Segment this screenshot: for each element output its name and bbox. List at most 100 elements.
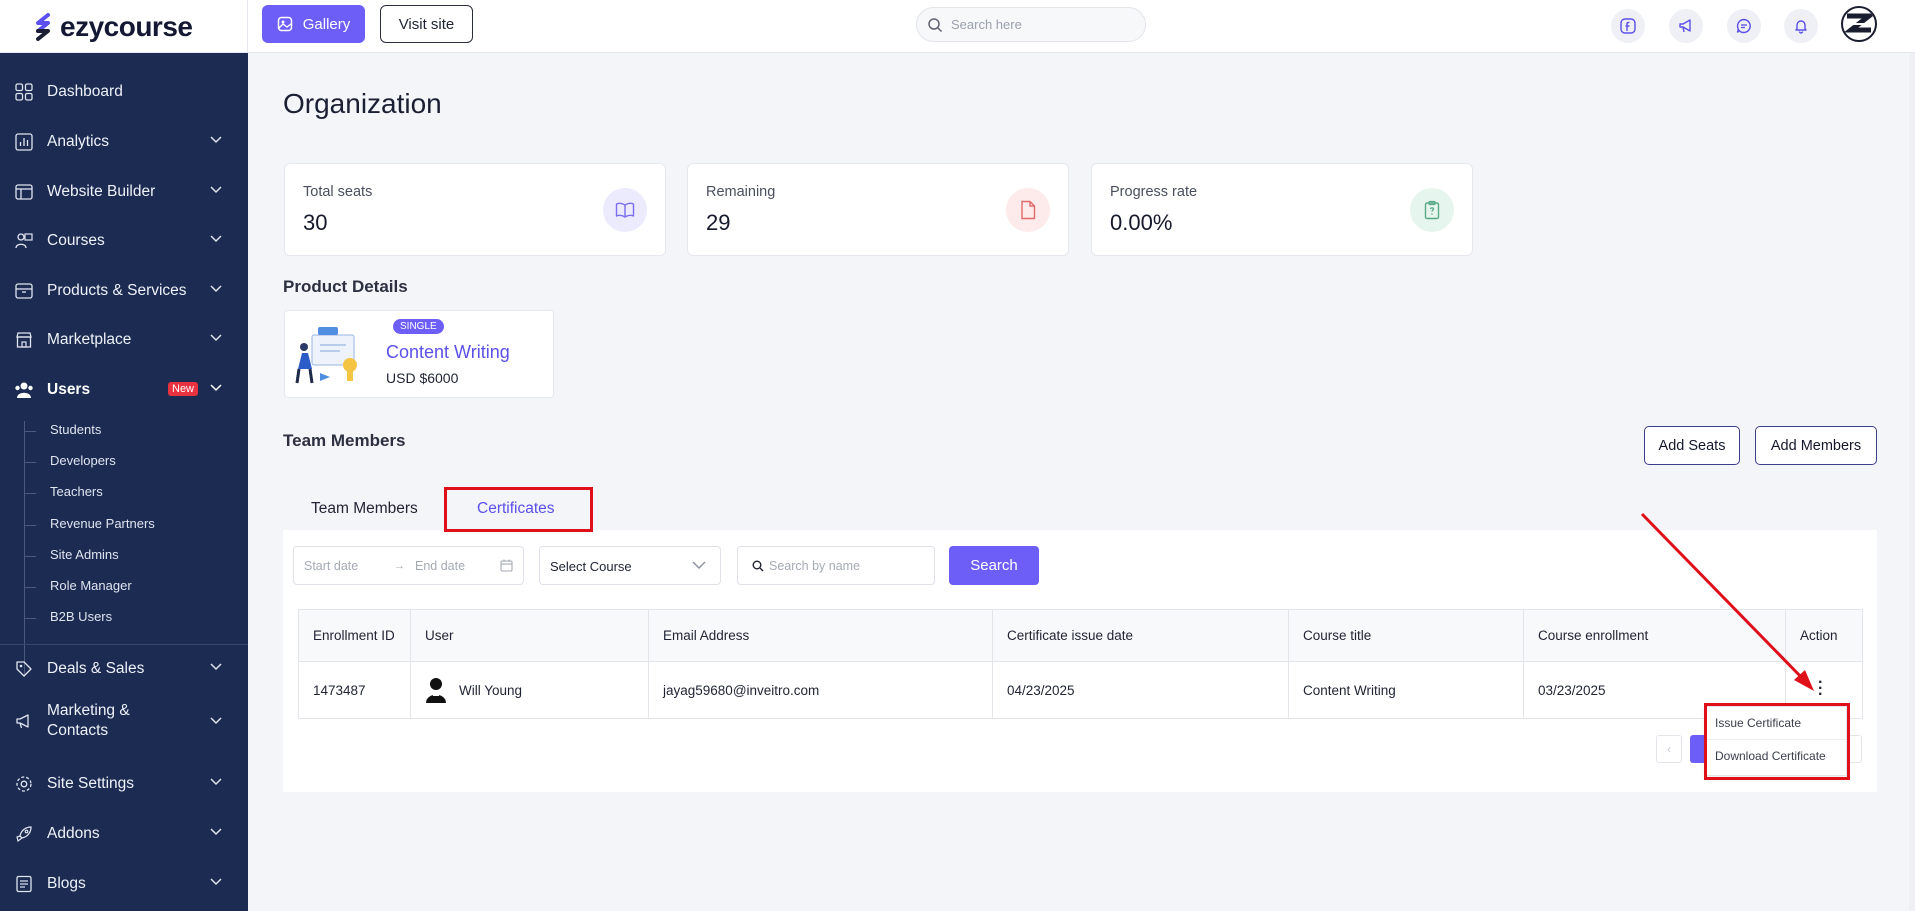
sidebar-item-website-builder[interactable]: Website Builder <box>0 172 248 212</box>
chevron-down-icon <box>210 235 222 243</box>
red-annotation-arrow <box>1640 512 1814 691</box>
chevron-down-icon <box>692 561 706 569</box>
sidebar-label: Analytics <box>47 133 110 150</box>
rocket-icon <box>14 824 34 844</box>
gallery-icon <box>277 16 292 32</box>
date-range-picker[interactable]: Start date → End date <box>293 546 524 585</box>
submenu-tick <box>24 618 36 619</box>
search-icon <box>928 17 943 32</box>
teacher-icon <box>14 231 34 251</box>
add-seats-button[interactable]: Add Seats <box>1644 426 1740 465</box>
megaphone-icon[interactable] <box>1669 9 1703 43</box>
file-icon <box>1006 188 1050 232</box>
chevron-down-icon <box>210 663 222 671</box>
sidebar-item-analytics[interactable]: Analytics <box>0 122 248 162</box>
sidebar-item-products-services[interactable]: Products & Services <box>0 271 248 311</box>
course-select[interactable]: Select Course <box>539 546 721 585</box>
chevron-down-icon <box>210 384 222 392</box>
product-details-heading: Product Details <box>283 277 408 296</box>
chart-icon <box>14 132 34 152</box>
product-name-link[interactable]: Content Writing <box>386 342 510 363</box>
sidebar-label: Products & Services <box>47 282 187 299</box>
grid-icon <box>14 82 34 102</box>
chevron-down-icon <box>210 186 222 194</box>
search-button[interactable]: Search <box>949 546 1039 585</box>
book-icon <box>603 188 647 232</box>
gallery-label: Gallery <box>302 15 351 33</box>
sidebar-item-site-settings[interactable]: Site Settings <box>0 764 248 804</box>
sidebar-item-addons[interactable]: Addons <box>0 814 248 854</box>
submenu-tick <box>24 493 36 494</box>
sidebar-subitem-developers[interactable]: Developers <box>50 453 116 468</box>
sidebar-item-courses[interactable]: Courses <box>0 221 248 261</box>
chevron-down-icon <box>210 717 222 725</box>
sidebar-subitem-site-admins[interactable]: Site Admins <box>50 547 119 562</box>
sidebar-subitem-b2b-users[interactable]: B2B Users <box>50 609 112 624</box>
column-header: Enrollment ID <box>298 609 411 662</box>
start-date-input[interactable]: Start date <box>304 559 358 573</box>
stat-label: Progress rate <box>1110 184 1198 200</box>
stat-card-remaining: Remaining 29 <box>687 163 1069 256</box>
sidebar-subitem-revenue-partners[interactable]: Revenue Partners <box>50 516 155 531</box>
sidebar-label-line2: Contacts <box>47 722 109 739</box>
table-header-row: Enrollment ID User Email Address Certifi… <box>298 609 1863 662</box>
pagination-prev-button[interactable]: ‹ <box>1656 735 1682 763</box>
bell-icon[interactable] <box>1784 9 1818 43</box>
sidebar-subitem-teachers[interactable]: Teachers <box>50 484 103 499</box>
sidebar-subitem-students[interactable]: Students <box>50 422 101 437</box>
sidebar-label: Users <box>47 381 91 398</box>
end-date-input[interactable]: End date <box>415 559 465 573</box>
product-card[interactable]: SINGLE Content Writing USD $6000 <box>284 310 554 398</box>
page-scrollbar[interactable] <box>1909 53 1915 911</box>
sidebar: Dashboard Analytics Website Builder Cour… <box>0 53 248 911</box>
column-header: Email Address <box>648 609 993 662</box>
stat-card-progress-rate: Progress rate 0.00% <box>1091 163 1473 256</box>
page-title: Organization <box>283 88 442 119</box>
search-by-name-placeholder: Search by name <box>769 558 861 573</box>
column-header: User <box>410 609 649 662</box>
users-icon <box>14 380 34 400</box>
visit-site-button[interactable]: Visit site <box>380 5 473 43</box>
stat-label: Remaining <box>706 184 776 200</box>
sidebar-item-marketplace[interactable]: Marketplace <box>0 320 248 360</box>
chat-icon[interactable] <box>1727 9 1761 43</box>
tab-team-members[interactable]: Team Members <box>311 500 418 518</box>
sidebar-item-blogs[interactable]: Blogs <box>0 864 248 904</box>
sidebar-item-deals-sales[interactable]: Deals & Sales <box>0 649 248 689</box>
brand-logo[interactable]: ezycourse <box>0 0 248 53</box>
add-members-button[interactable]: Add Members <box>1755 426 1877 465</box>
top-bar: ezycourse Gallery Visit site Search here <box>0 0 1915 53</box>
stat-label: Total seats <box>303 184 373 200</box>
sidebar-item-marketing-contacts[interactable]: Marketing & Contacts <box>0 696 248 746</box>
sidebar-label: Blogs <box>47 875 86 892</box>
gallery-button[interactable]: Gallery <box>262 5 365 43</box>
certificates-table: Enrollment ID User Email Address Certifi… <box>298 609 1863 719</box>
megaphone-icon <box>14 711 34 731</box>
stat-value: 29 <box>706 210 731 235</box>
sidebar-item-dashboard[interactable]: Dashboard <box>0 72 248 112</box>
certificates-tab-highlight <box>444 487 593 532</box>
chevron-down-icon <box>210 878 222 886</box>
user-name: Will Young <box>459 682 523 698</box>
sidebar-subitem-role-manager[interactable]: Role Manager <box>50 578 132 593</box>
user-avatar-icon <box>426 678 446 703</box>
tag-icon <box>14 659 34 679</box>
sidebar-item-users[interactable]: Users New <box>0 370 248 410</box>
user-avatar[interactable] <box>1841 6 1877 42</box>
top-search-input[interactable]: Search here <box>916 7 1146 42</box>
stat-card-total-seats: Total seats 30 <box>284 163 666 256</box>
chevron-down-icon <box>210 334 222 342</box>
product-thumbnail <box>290 321 372 389</box>
search-by-name-input[interactable]: Search by name <box>737 546 935 585</box>
sidebar-label: Site Settings <box>47 775 135 792</box>
new-badge: New <box>168 382 199 396</box>
sidebar-label: Courses <box>47 232 105 249</box>
stat-value: 30 <box>303 210 328 235</box>
sidebar-label: Dashboard <box>47 83 123 100</box>
search-icon <box>752 560 764 571</box>
more-options-icon[interactable]: · · · <box>1818 675 1823 703</box>
sidebar-divider <box>0 644 248 645</box>
facebook-icon[interactable] <box>1611 9 1645 43</box>
brand-name: ezycourse <box>60 10 193 42</box>
search-placeholder: Search here <box>951 17 1022 32</box>
